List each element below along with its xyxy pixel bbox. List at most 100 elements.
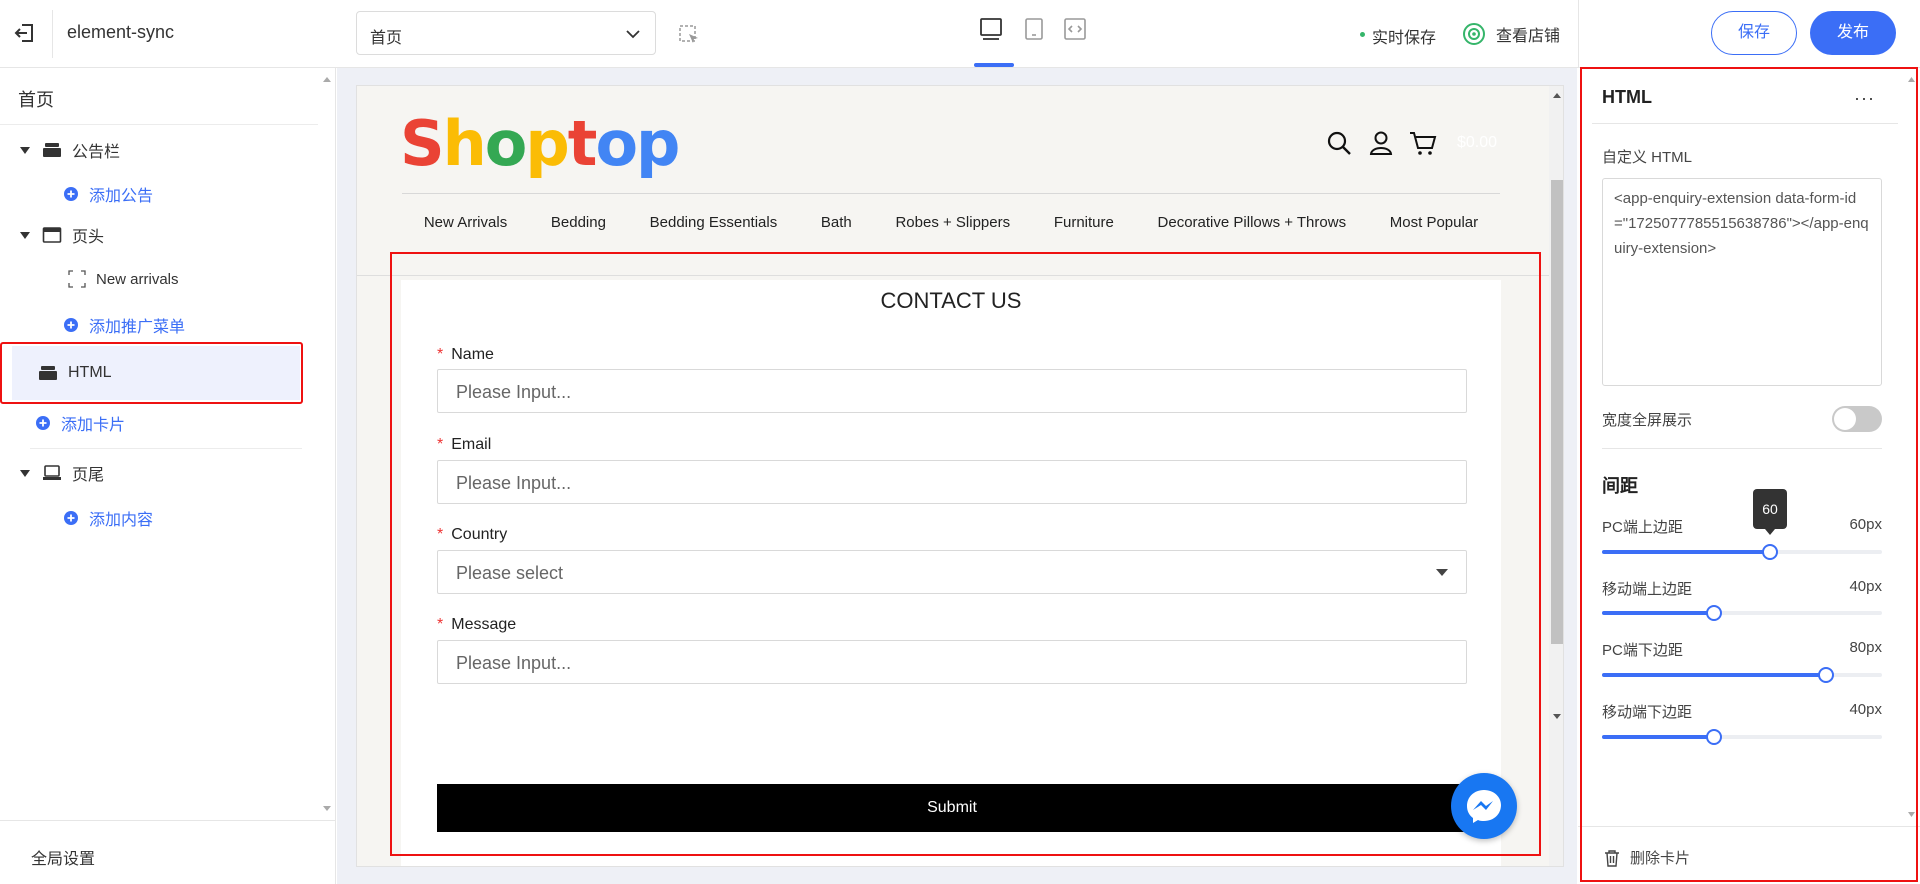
caret-down-icon[interactable]: [20, 231, 30, 239]
caret-down-icon[interactable]: [20, 146, 30, 154]
slider-label: PC端下边距: [1602, 642, 1683, 659]
nav-item[interactable]: Bedding: [551, 214, 606, 231]
caret-down-icon[interactable]: [20, 469, 30, 477]
slider-label: 移动端上边距: [1602, 581, 1693, 598]
email-input[interactable]: Please Input...: [437, 460, 1467, 504]
add-card-label: 添加卡片: [61, 417, 126, 434]
divider: [0, 124, 318, 125]
messenger-chat-button[interactable]: [1451, 773, 1517, 839]
sidebar-item-header[interactable]: 页头: [20, 221, 104, 249]
sidebar-item-label: 公告栏: [72, 144, 121, 161]
plus-circle-icon: [64, 187, 78, 201]
add-promo-menu-button[interactable]: 添加推广菜单: [63, 313, 185, 337]
site-name: element-sync: [67, 22, 175, 42]
nav-item[interactable]: New Arrivals: [424, 214, 507, 231]
code-view-icon[interactable]: [1062, 16, 1088, 42]
plus-circle-icon: [64, 511, 78, 525]
page-select[interactable]: 首页: [356, 11, 656, 55]
logo-letter: h: [442, 107, 487, 180]
input-placeholder: Please Input...: [456, 473, 572, 493]
submit-button[interactable]: Submit: [437, 784, 1467, 832]
more-options-icon[interactable]: ···: [1854, 88, 1875, 109]
plus-circle-icon: [64, 318, 78, 332]
layers-icon: [39, 366, 57, 380]
sidebar-item-footer[interactable]: 页尾: [20, 459, 104, 487]
nav-item[interactable]: Decorative Pillows + Throws: [1158, 214, 1347, 231]
page-select-value: 首页: [370, 30, 403, 47]
field-label-country: * Country: [437, 526, 508, 543]
user-icon[interactable]: [1367, 129, 1395, 157]
mobile-bottom-margin-slider[interactable]: [1602, 729, 1882, 745]
slider-handle[interactable]: [1762, 544, 1778, 560]
trash-icon: [1605, 849, 1619, 867]
top-bar: element-sync 首页 实时保存 查看店铺 保存 发布: [0, 0, 1920, 68]
slider-handle[interactable]: [1818, 667, 1834, 683]
global-settings-link[interactable]: 全局设置: [31, 845, 95, 869]
select-element-icon[interactable]: [678, 24, 700, 46]
custom-html-textarea[interactable]: <app-enquiry-extension data-form-id="172…: [1602, 178, 1882, 386]
panel-scrollbar[interactable]: [1903, 68, 1920, 826]
divider: [1592, 123, 1898, 124]
sidebar-scrollbar[interactable]: [318, 68, 336, 820]
save-button[interactable]: 保存: [1711, 11, 1797, 55]
add-content-label: 添加内容: [89, 512, 154, 529]
tablet-view-icon[interactable]: [1021, 16, 1047, 42]
country-select[interactable]: Please select: [437, 550, 1467, 594]
scrollbar-thumb[interactable]: [1551, 180, 1563, 644]
add-announcement-label: 添加公告: [89, 188, 154, 205]
sidebar-item-html-row[interactable]: HTML: [38, 359, 112, 387]
search-icon[interactable]: [1325, 129, 1353, 157]
nav-item[interactable]: Bedding Essentials: [650, 214, 778, 231]
eye-icon: [1463, 23, 1485, 45]
window-icon: [42, 227, 62, 243]
add-card-button[interactable]: 添加卡片: [35, 411, 125, 435]
save-status-dot: [1360, 32, 1365, 37]
nav-item[interactable]: Most Popular: [1390, 214, 1478, 231]
message-input[interactable]: Please Input...: [437, 640, 1467, 684]
nav-item[interactable]: Robes + Slippers: [895, 214, 1010, 231]
sidebar-item-label: 页头: [72, 229, 105, 246]
add-announcement-button[interactable]: 添加公告: [63, 182, 153, 206]
preview-canvas: Shoptop $0.00 New Arrivals Bedding Beddi…: [337, 68, 1577, 884]
divider: [30, 448, 302, 449]
slider-value: 60px: [1849, 516, 1882, 533]
dashed-box-icon: [68, 270, 86, 288]
cart-icon[interactable]: [1409, 129, 1437, 157]
properties-panel: HTML ··· 自定义 HTML <app-enquiry-extension…: [1578, 68, 1920, 884]
delete-card-button[interactable]: 删除卡片: [1604, 847, 1690, 868]
slider-handle[interactable]: [1706, 729, 1722, 745]
store-logo[interactable]: Shoptop: [400, 107, 680, 180]
sidebar-item-label: 页尾: [72, 467, 105, 484]
publish-button[interactable]: 发布: [1810, 11, 1896, 55]
active-device-indicator: [974, 63, 1014, 67]
divider: [402, 193, 1500, 194]
sidebar-footer: 全局设置: [0, 820, 336, 884]
exit-icon[interactable]: [12, 20, 38, 46]
contact-form: CONTACT US * Name Please Input... * Email …: [401, 280, 1501, 866]
field-label-email: * Email: [437, 436, 492, 453]
delete-card-label: 删除卡片: [1630, 850, 1691, 867]
view-store-label: 查看店铺: [1496, 28, 1561, 45]
logo-letter: p: [525, 107, 569, 180]
preview-scrollbar[interactable]: [1549, 86, 1563, 866]
pc-top-margin-slider[interactable]: [1602, 544, 1882, 560]
divider: [357, 275, 1563, 276]
nav-item[interactable]: Furniture: [1054, 214, 1114, 231]
pc-bottom-margin-slider[interactable]: [1602, 667, 1882, 683]
select-placeholder: Please select: [456, 563, 564, 583]
layers-icon: [43, 143, 61, 157]
add-content-button[interactable]: 添加内容: [63, 506, 153, 530]
nav-item[interactable]: Bath: [821, 214, 852, 231]
mobile-top-margin-slider[interactable]: [1602, 605, 1882, 621]
add-promo-menu-label: 添加推广菜单: [89, 319, 186, 336]
fullwidth-toggle[interactable]: [1832, 406, 1882, 432]
desktop-view-icon[interactable]: [978, 16, 1004, 42]
name-input[interactable]: Please Input...: [437, 369, 1467, 413]
slider-label: PC端上边距: [1602, 519, 1683, 536]
sidebar-item-new-arrivals[interactable]: New arrivals: [68, 265, 179, 293]
sidebar: 首页 公告栏 添加公告 页头 New arrivals 添加推广菜单 HTML …: [0, 68, 336, 884]
slider-handle[interactable]: [1706, 605, 1722, 621]
field-label-name: * Name: [437, 346, 494, 363]
sidebar-item-announcement[interactable]: 公告栏: [20, 136, 120, 164]
view-store-link[interactable]: 查看店铺: [1462, 22, 1560, 46]
